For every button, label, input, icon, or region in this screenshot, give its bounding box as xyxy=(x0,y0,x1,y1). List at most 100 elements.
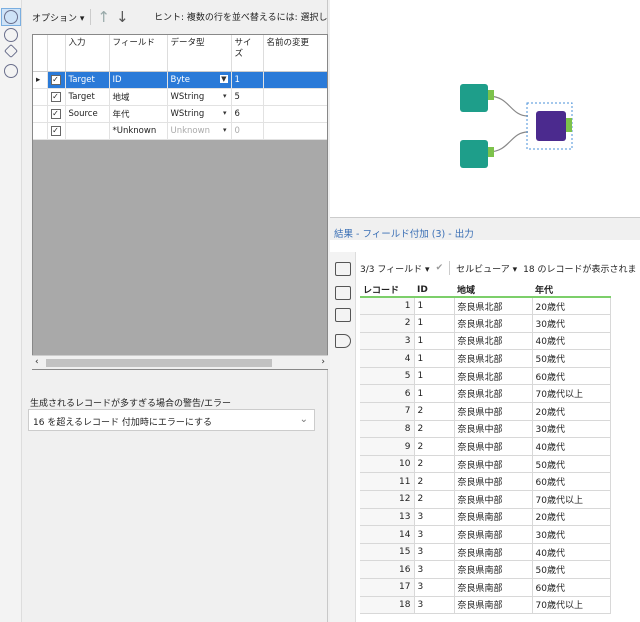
col-size[interactable]: サイズ xyxy=(231,35,264,72)
age-cell[interactable]: 40歳代 xyxy=(531,437,611,456)
table-row[interactable]: 1 1 奈良県北部 20歳代 xyxy=(360,296,611,316)
warning-select[interactable]: 16 を超えるレコード 付加時にエラーにする ⌄ xyxy=(28,409,315,431)
age-cell[interactable]: 60歳代 xyxy=(531,578,611,597)
age-cell[interactable]: 40歳代 xyxy=(531,331,611,351)
id-cell[interactable]: 2 xyxy=(413,472,455,492)
field-row[interactable]: ✓ Target 地域 WString ▾ 5 xyxy=(33,88,327,106)
record-cell[interactable]: 18 xyxy=(360,595,415,615)
scroll-left-icon[interactable]: ‹ xyxy=(35,357,39,367)
age-cell[interactable]: 70歳代以上 xyxy=(531,490,611,509)
type-dropdown-icon[interactable]: ▼ xyxy=(220,74,228,83)
row-checkbox[interactable]: ✓ xyxy=(50,125,61,136)
table-row[interactable]: 10 2 奈良県中部 50歳代 xyxy=(360,454,611,474)
output-anchor[interactable] xyxy=(488,147,494,157)
age-cell[interactable]: 50歳代 xyxy=(531,349,611,368)
age-cell[interactable]: 30歳代 xyxy=(531,419,611,439)
row-size[interactable]: 6 xyxy=(231,105,264,123)
row-checkbox[interactable]: ✓ xyxy=(50,108,61,119)
field-row[interactable]: ✓ Source 年代 WString ▾ 6 xyxy=(33,105,327,123)
id-cell[interactable]: 1 xyxy=(413,331,455,351)
record-cell[interactable]: 3 xyxy=(360,331,415,351)
col-field[interactable]: フィールド xyxy=(109,35,168,72)
id-cell[interactable]: 2 xyxy=(413,490,455,509)
table-row[interactable]: 15 3 奈良県南部 40歳代 xyxy=(360,542,611,562)
output-anchor[interactable] xyxy=(566,118,572,132)
row-type[interactable]: Unknown ▾ xyxy=(167,122,232,140)
record-cell[interactable]: 8 xyxy=(360,419,415,439)
id-cell[interactable]: 3 xyxy=(413,560,455,579)
record-cell[interactable]: 14 xyxy=(360,525,415,544)
age-cell[interactable]: 20歳代 xyxy=(531,402,611,421)
table-row[interactable]: 17 3 奈良県南部 60歳代 xyxy=(360,578,611,597)
gear-icon[interactable] xyxy=(4,10,18,24)
record-cell[interactable]: 17 xyxy=(360,578,415,597)
region-cell[interactable]: 奈良県中部 xyxy=(453,472,533,492)
row-checkbox[interactable]: ✓ xyxy=(50,74,61,85)
help-icon[interactable] xyxy=(4,64,18,78)
col-input[interactable]: 入力 xyxy=(65,35,110,72)
age-cell[interactable]: 30歳代 xyxy=(531,525,611,544)
age-cell[interactable]: 70歳代以上 xyxy=(531,384,611,404)
grid-horizontal-scrollbar[interactable]: ‹ › xyxy=(32,355,328,369)
record-cell[interactable]: 16 xyxy=(360,560,415,579)
id-cell[interactable]: 1 xyxy=(413,314,455,333)
id-cell[interactable]: 2 xyxy=(413,419,455,439)
workflow-canvas[interactable] xyxy=(330,0,640,218)
record-cell[interactable]: 1 xyxy=(360,296,415,316)
region-cell[interactable]: 奈良県中部 xyxy=(453,402,533,421)
table-row[interactable]: 4 1 奈良県北部 50歳代 xyxy=(360,349,611,368)
record-cell[interactable]: 6 xyxy=(360,384,415,404)
region-cell[interactable]: 奈良県南部 xyxy=(453,507,533,527)
table-row[interactable]: 8 2 奈良県中部 30歳代 xyxy=(360,419,611,439)
record-cell[interactable]: 12 xyxy=(360,490,415,509)
record-cell[interactable]: 13 xyxy=(360,507,415,527)
id-cell[interactable]: 3 xyxy=(413,578,455,597)
region-cell[interactable]: 奈良県南部 xyxy=(453,542,533,562)
record-cell[interactable]: 10 xyxy=(360,454,415,474)
id-cell[interactable]: 1 xyxy=(413,366,455,386)
table-row[interactable]: 18 3 奈良県南部 70歳代以上 xyxy=(360,595,611,615)
row-type[interactable]: WString ▾ xyxy=(167,88,232,106)
region-cell[interactable]: 奈良県南部 xyxy=(453,578,533,597)
age-cell[interactable]: 20歳代 xyxy=(531,507,611,527)
region-cell[interactable]: 奈良県北部 xyxy=(453,384,533,404)
record-cell[interactable]: 4 xyxy=(360,349,415,368)
cell-viewer-dropdown[interactable]: セルビューア ▾ xyxy=(456,262,517,275)
region-cell[interactable]: 奈良県南部 xyxy=(453,525,533,544)
id-cell[interactable]: 1 xyxy=(413,349,455,368)
row-rename[interactable] xyxy=(263,105,327,123)
type-dropdown-icon[interactable]: ▾ xyxy=(221,108,228,117)
checkmark-icon[interactable]: ✔ xyxy=(436,263,444,273)
region-cell[interactable]: 奈良県中部 xyxy=(453,419,533,439)
move-up-icon[interactable]: ↑ xyxy=(97,9,110,25)
record-cell[interactable]: 9 xyxy=(360,437,415,456)
input-tool-icon[interactable] xyxy=(460,140,488,168)
record-cell[interactable]: 7 xyxy=(360,402,415,421)
type-dropdown-icon[interactable]: ▾ xyxy=(221,125,228,134)
col-region[interactable]: 地域 xyxy=(454,283,532,298)
row-type[interactable]: Byte ▼ xyxy=(167,71,232,89)
age-cell[interactable]: 60歳代 xyxy=(531,472,611,492)
col-id[interactable]: ID xyxy=(414,283,454,298)
table-row[interactable]: 12 2 奈良県中部 70歳代以上 xyxy=(360,490,611,509)
id-cell[interactable]: 3 xyxy=(413,542,455,562)
col-type[interactable]: データ型 xyxy=(167,35,232,72)
options-dropdown[interactable]: オプション ▾ xyxy=(32,11,84,24)
region-cell[interactable]: 奈良県南部 xyxy=(453,560,533,579)
region-cell[interactable]: 奈良県南部 xyxy=(453,595,533,615)
row-type[interactable]: WString ▾ xyxy=(167,105,232,123)
tag-icon[interactable] xyxy=(3,43,19,59)
id-cell[interactable]: 3 xyxy=(413,525,455,544)
age-cell[interactable]: 20歳代 xyxy=(531,296,611,316)
fields-dropdown[interactable]: 3/3 フィールド ▾ xyxy=(360,262,430,275)
region-cell[interactable]: 奈良県北部 xyxy=(453,366,533,386)
data-icon[interactable] xyxy=(335,334,351,348)
field-row[interactable]: ✓ *Unknown Unknown ▾ 0 xyxy=(33,122,327,140)
table-row[interactable]: 6 1 奈良県北部 70歳代以上 xyxy=(360,384,611,404)
table-row[interactable]: 16 3 奈良県南部 50歳代 xyxy=(360,560,611,579)
id-cell[interactable]: 2 xyxy=(413,454,455,474)
row-size[interactable]: 0 xyxy=(231,122,264,140)
row-rename[interactable] xyxy=(263,88,327,106)
region-cell[interactable]: 奈良県中部 xyxy=(453,454,533,474)
table-row[interactable]: 11 2 奈良県中部 60歳代 xyxy=(360,472,611,492)
